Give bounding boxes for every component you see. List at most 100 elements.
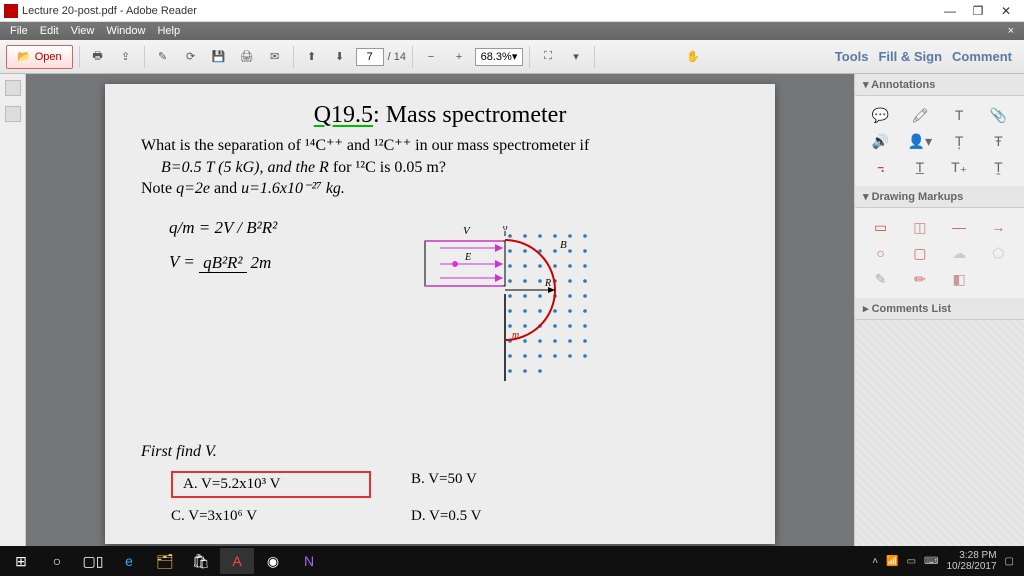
fullscreen-icon[interactable]: ⛶	[536, 45, 560, 69]
svg-text:0: 0	[503, 226, 508, 232]
notifications-icon[interactable]: ▢	[1005, 556, 1014, 567]
sticky-note-icon[interactable]: 💬	[865, 106, 896, 124]
svg-text:m: m	[512, 330, 519, 341]
svg-text:R: R	[544, 278, 551, 289]
menu-file[interactable]: File	[4, 25, 34, 37]
print2-icon[interactable]: 🖨	[235, 45, 259, 69]
svg-text:V: V	[463, 226, 471, 237]
menu-view[interactable]: View	[65, 25, 101, 37]
answer-grid: A. V=5.2x10³ V B. V=50 V C. V=3x10⁶ V D.…	[171, 471, 739, 525]
taskview-icon[interactable]: ▢▯	[76, 548, 110, 574]
close-button[interactable]: ✕	[992, 2, 1020, 20]
text-icon[interactable]: T	[944, 106, 975, 124]
store-icon[interactable]: 🛍	[184, 548, 218, 574]
page-title: Q19.5: Mass spectrometer	[141, 102, 739, 129]
start-button[interactable]: ⊞	[4, 548, 38, 574]
comment-panel: ▾ Annotations 💬 🖍 T 📎 🔊 👤▾ T̩ Ŧ ꓾ T̲ T₊ …	[854, 74, 1024, 546]
textbox-icon[interactable]: ▭	[865, 218, 896, 236]
titlebar: Lecture 20-post.pdf - Adobe Reader — ❐ ✕	[0, 0, 1024, 22]
replace-icon[interactable]: Ŧ	[983, 132, 1014, 150]
answer-d: D. V=0.5 V	[411, 508, 571, 525]
attach-icon[interactable]: 📎	[983, 106, 1014, 124]
attachments-icon[interactable]	[5, 106, 21, 122]
rect-icon[interactable]: ▢	[904, 244, 935, 262]
eraser-icon[interactable]: ◧	[944, 270, 975, 288]
underline-icon[interactable]: T̲	[904, 158, 935, 176]
polygon-icon[interactable]: ⬠	[983, 244, 1014, 262]
page-up-icon[interactable]: ⬆	[300, 45, 324, 69]
svg-text:E: E	[464, 252, 471, 263]
menu-window[interactable]: Window	[100, 25, 151, 37]
left-rail	[0, 74, 26, 546]
stamp-icon[interactable]: 👤▾	[904, 132, 935, 150]
zoom-out-icon[interactable]: −	[419, 45, 443, 69]
oval-icon[interactable]: ○	[865, 244, 896, 262]
cloud-icon2[interactable]: ☁	[944, 244, 975, 262]
menu-edit[interactable]: Edit	[34, 25, 65, 37]
sound-icon[interactable]: 🔊	[865, 132, 896, 150]
annotations-tools: 💬 🖍 T 📎 🔊 👤▾ T̩ Ŧ ꓾ T̲ T₊ Ṯ	[855, 96, 1024, 186]
cortana-icon[interactable]: ○	[40, 548, 74, 574]
page-number-input[interactable]	[356, 48, 384, 66]
wifi-icon[interactable]: 📶	[886, 556, 898, 567]
cloud-icon[interactable]: ⟳	[179, 45, 203, 69]
export-icon[interactable]: ⇪	[114, 45, 138, 69]
pencil2-icon[interactable]: ✏	[904, 270, 935, 288]
adobe-icon[interactable]: A	[220, 548, 254, 574]
thumbnails-icon[interactable]	[5, 80, 21, 96]
page-total: / 14	[388, 51, 406, 63]
print-icon[interactable]: 🖶	[86, 45, 110, 69]
clock[interactable]: 3:28 PM 10/28/2017	[946, 550, 996, 572]
onenote-icon[interactable]: N	[292, 548, 326, 574]
question-text: What is the separation of ¹⁴C⁺⁺ and ¹²C⁺…	[141, 135, 739, 200]
keyboard-icon[interactable]: ⌨	[924, 556, 938, 567]
add-note-icon[interactable]: T₊	[944, 158, 975, 176]
page-down-icon[interactable]: ⬇	[328, 45, 352, 69]
chrome-icon[interactable]: ◉	[256, 548, 290, 574]
comments-list-header[interactable]: ▸ Comments List	[855, 298, 1024, 320]
edge-icon[interactable]: e	[112, 548, 146, 574]
open-label: Open	[35, 51, 62, 63]
app-icon	[4, 4, 18, 18]
answer-a: A. V=5.2x10³ V	[171, 471, 371, 498]
minimize-button[interactable]: —	[936, 2, 964, 20]
pdf-page: Q19.5: Mass spectrometer What is the sep…	[105, 84, 775, 544]
text-correction-icon[interactable]: Ṯ	[983, 158, 1014, 176]
insert-text-icon[interactable]: T̩	[944, 132, 975, 150]
toolbar: 📂 Open 🖶 ⇪ ✎ ⟳ 💾 🖨 ✉ ⬆ ⬇ / 14 − + 68.3% …	[0, 40, 1024, 74]
taskbar: ⊞ ○ ▢▯ e 🗂 🛍 A ◉ N ˄ 📶 ▭ ⌨ 3:28 PM 10/28…	[0, 546, 1024, 576]
comment-tab[interactable]: Comment	[952, 49, 1012, 64]
strikethrough-icon[interactable]: ꓾	[865, 158, 896, 176]
mail-icon[interactable]: ✉	[263, 45, 287, 69]
window-title: Lecture 20-post.pdf - Adobe Reader	[22, 5, 936, 17]
drawing-header[interactable]: ▾ Drawing Markups	[855, 186, 1024, 208]
highlight-icon[interactable]: 🖍	[904, 106, 935, 124]
pencil-icon[interactable]: ✎	[865, 270, 896, 288]
first-find: First find V.	[141, 443, 739, 461]
drawing-tools: ▭ ◫ — → ○ ▢ ☁ ⬠ ✎ ✏ ◧	[855, 208, 1024, 298]
doc-close-icon[interactable]: ×	[1002, 25, 1020, 37]
arrow-icon[interactable]: →	[983, 218, 1014, 236]
maximize-button[interactable]: ❐	[964, 2, 992, 20]
line-icon[interactable]: —	[944, 218, 975, 236]
zoom-in-icon[interactable]: +	[447, 45, 471, 69]
save-icon[interactable]: 💾	[207, 45, 231, 69]
answer-c: C. V=3x10⁶ V	[171, 508, 371, 525]
menubar: File Edit View Window Help ×	[0, 22, 1024, 40]
hand-icon[interactable]: ✋	[681, 45, 705, 69]
open-button[interactable]: 📂 Open	[6, 45, 73, 69]
tools-tab[interactable]: Tools	[835, 49, 869, 64]
battery-icon[interactable]: ▭	[907, 556, 916, 567]
zoom-level[interactable]: 68.3% ▾	[475, 48, 523, 66]
menu-help[interactable]: Help	[151, 25, 186, 37]
annotations-header[interactable]: ▾ Annotations	[855, 74, 1024, 96]
tray-up-icon[interactable]: ˄	[872, 556, 878, 567]
system-tray[interactable]: ˄ 📶 ▭ ⌨ 3:28 PM 10/28/2017 ▢	[872, 550, 1020, 572]
answer-b: B. V=50 V	[411, 471, 571, 498]
document-area[interactable]: Q19.5: Mass spectrometer What is the sep…	[26, 74, 854, 546]
explorer-icon[interactable]: 🗂	[148, 548, 182, 574]
read-icon[interactable]: ▾	[564, 45, 588, 69]
callout-icon[interactable]: ◫	[904, 218, 935, 236]
fillsign-tab[interactable]: Fill & Sign	[878, 49, 942, 64]
sign-icon[interactable]: ✎	[151, 45, 175, 69]
